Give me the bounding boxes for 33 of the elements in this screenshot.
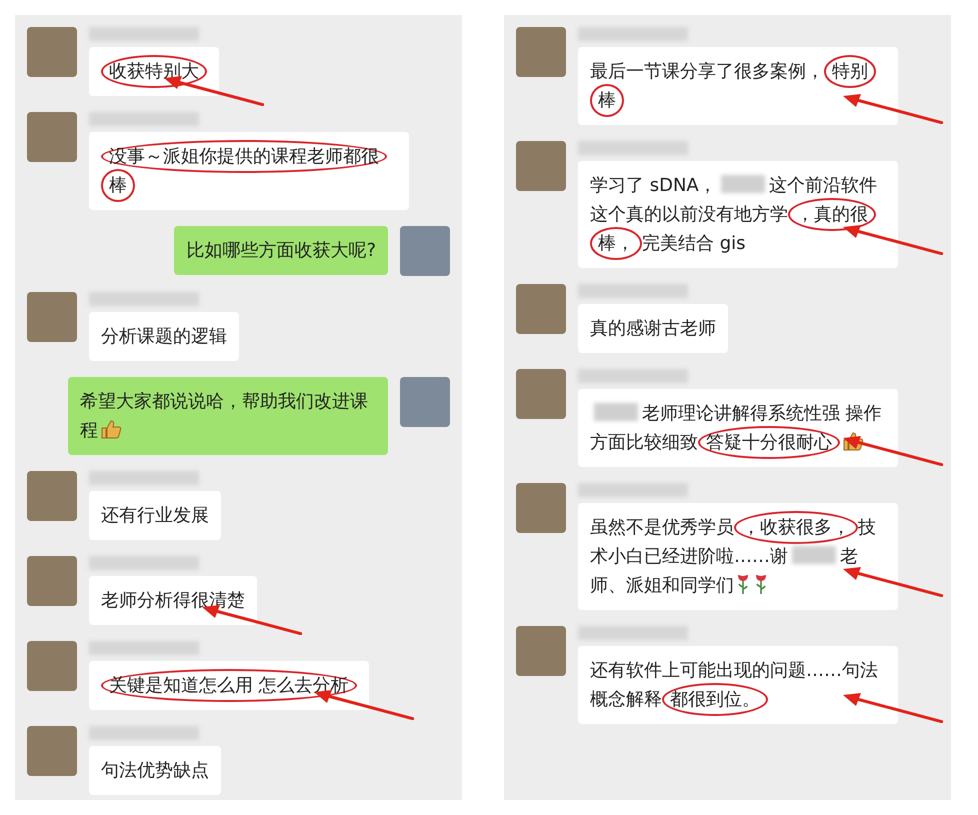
avatar-photo-placeholder xyxy=(27,641,77,691)
avatar-photo-placeholder xyxy=(516,626,566,676)
avatar-photo-placeholder xyxy=(27,292,77,342)
message-bubble: 还有软件上可能出现的问题……句法概念解释 都很到位。 xyxy=(578,646,898,724)
avatar-photo-placeholder xyxy=(27,112,77,162)
redacted-blur xyxy=(792,546,836,564)
message-bubble: 老师理论讲解得系统性强 操作方面比较细致 答疑十分很耐心 xyxy=(578,389,898,467)
message-bubble: 真的感谢古老师 xyxy=(578,304,728,353)
avatar-photo-placeholder xyxy=(400,226,450,276)
avatar-photo-placeholder xyxy=(27,27,77,77)
thumbs-up-icon xyxy=(100,419,122,439)
message-bubble: 希望大家都说说哈，帮助我们改进课程 xyxy=(68,377,388,455)
redacted-blur xyxy=(720,175,765,193)
avatar-photo-placeholder xyxy=(516,141,566,191)
message-bubble: 句法优势缺点 xyxy=(89,746,221,795)
avatar-photo-placeholder xyxy=(516,284,566,334)
rose-icon xyxy=(736,573,750,595)
message-bubble: 最后一节课分享了很多案例， 特别棒 xyxy=(578,47,898,125)
avatar-photo-placeholder xyxy=(516,369,566,419)
rose-icon xyxy=(754,573,768,595)
message-bubble: 分析课题的逻辑 xyxy=(89,312,239,361)
avatar-photo-placeholder xyxy=(400,377,450,427)
message-bubble: 学习了 sDNA， 这个前沿软件这个真的以前没有地方学 ，真的很棒， 完美结合 gis xyxy=(578,161,898,268)
avatar-photo-placeholder xyxy=(27,726,77,776)
redacted-blur xyxy=(594,403,638,421)
message-bubble: 没事～派姐你提供的课程老师都很棒 xyxy=(89,132,409,210)
avatar-photo-placeholder xyxy=(516,27,566,77)
message-bubble: 虽然不是优秀学员 ，收获很多， 技术小白已经进阶啦……谢 老师、派姐和同学们 xyxy=(578,503,898,610)
message-bubble: 比如哪些方面收获大呢? xyxy=(174,226,388,275)
avatar-photo-placeholder xyxy=(516,483,566,533)
avatar-photo-placeholder xyxy=(27,471,77,521)
avatar-photo-placeholder xyxy=(27,556,77,606)
message-bubble: 还有行业发展 xyxy=(89,491,221,540)
